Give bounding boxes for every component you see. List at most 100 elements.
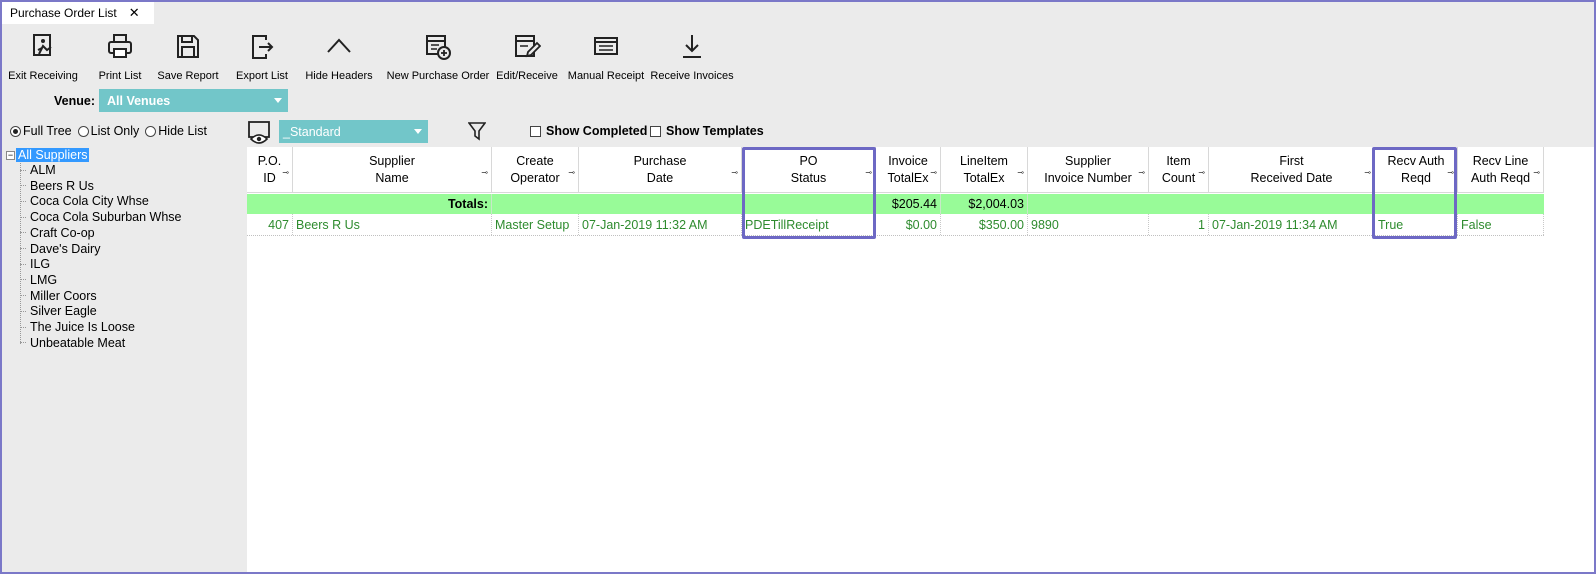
show-completed-checkbox[interactable]: Show Completed — [530, 124, 647, 138]
pin-icon[interactable]: ⊸ — [1138, 164, 1145, 181]
tree-connector — [20, 263, 26, 265]
pin-icon[interactable]: ⊸ — [731, 164, 738, 181]
column-header[interactable]: Supplier Invoice Number ⊸ — [1028, 147, 1149, 193]
new-document-icon — [426, 35, 451, 60]
tree-item[interactable]: Unbeatable Meat — [20, 336, 125, 350]
column-header[interactable]: PO Status ⊸ — [742, 147, 876, 193]
checkbox-icon — [530, 125, 541, 137]
receive-invoices-button[interactable]: Receive Invoices — [650, 28, 734, 84]
save-report-button[interactable]: Save Report — [156, 28, 220, 84]
layout-select[interactable]: _Standard — [279, 120, 428, 143]
tree-item[interactable]: Silver Eagle — [20, 304, 97, 318]
hide-headers-label: Hide Headers — [305, 70, 373, 82]
tree-item-label: Craft Co-op — [30, 225, 95, 240]
cell-invoice-number: 9890 — [1028, 214, 1149, 235]
column-header-line2: TotalEx — [887, 170, 929, 185]
tree-root[interactable]: − All Suppliers — [6, 148, 90, 162]
tree-item-label: Unbeatable Meat — [30, 335, 126, 350]
pin-icon[interactable]: ⊸ — [1198, 164, 1205, 181]
filter-icon[interactable] — [468, 121, 486, 141]
exit-receiving-button[interactable]: Exit Receiving — [8, 28, 78, 84]
pin-icon[interactable]: ⊸ — [865, 164, 872, 181]
radio-unselected-icon — [77, 125, 89, 137]
column-header[interactable]: Recv Auth Reqd ⊸ — [1375, 147, 1458, 193]
radio-list-only[interactable]: List Only — [77, 124, 139, 138]
radio-hide-list-label: Hide List — [158, 124, 207, 138]
pin-icon[interactable]: ⊸ — [282, 164, 289, 181]
totals-row: Totals: $205.44 $2,004.03 — [247, 194, 1544, 214]
tree-item[interactable]: Coca Cola Suburban Whse — [20, 210, 181, 224]
tree-item[interactable]: Miller Coors — [20, 289, 97, 303]
tree-item-label: ILG — [30, 257, 51, 272]
column-header[interactable]: Purchase Date ⊸ — [579, 147, 742, 193]
cell-operator: Master Setup — [492, 214, 579, 235]
column-header-line1: Item — [1166, 153, 1191, 168]
pin-icon[interactable]: ⊸ — [568, 164, 575, 181]
pin-icon[interactable]: ⊸ — [1533, 164, 1540, 181]
column-header-line1: Invoice — [888, 153, 928, 168]
chevron-down-icon — [274, 98, 282, 103]
column-header[interactable]: P.O. ID ⊸ — [247, 147, 293, 193]
column-header-line1: Supplier — [369, 153, 415, 168]
pin-icon[interactable]: ⊸ — [1364, 164, 1371, 181]
venue-select[interactable]: All Venues — [99, 89, 288, 112]
column-header-label: First Received Date — [1251, 153, 1333, 187]
cell-po-id: 407 — [247, 214, 293, 235]
print-list-button[interactable]: Print List — [94, 28, 146, 84]
column-header-label: Recv Auth Reqd — [1388, 153, 1445, 187]
column-header-line2: Auth Reqd — [1470, 170, 1531, 185]
column-header-line1: Purchase — [633, 153, 687, 168]
tab-title: Purchase Order List — [10, 6, 117, 20]
pin-icon[interactable]: ⊸ — [1447, 164, 1454, 181]
column-header-line2: Name — [375, 170, 409, 185]
pin-icon[interactable]: ⊸ — [481, 164, 488, 181]
tree-item[interactable]: ILG — [20, 257, 50, 271]
view-mode-group: Full Tree List Only Hide List — [10, 124, 209, 138]
tree-item[interactable]: Dave's Dairy — [20, 242, 100, 256]
column-header[interactable]: Recv Line Auth Reqd ⊸ — [1458, 147, 1544, 193]
tree-item-label: The Juice Is Loose — [30, 320, 135, 334]
pin-icon[interactable]: ⊸ — [930, 164, 937, 181]
export-list-button[interactable]: Export List — [234, 28, 290, 84]
tree-connector — [20, 326, 26, 328]
close-icon[interactable]: ✕ — [129, 5, 140, 21]
tree-item[interactable]: LMG — [20, 273, 57, 287]
tree-item[interactable]: The Juice Is Loose — [20, 320, 135, 334]
table-row[interactable]: 407 Beers R Us Master Setup 07-Jan-2019 … — [247, 214, 1544, 236]
collapse-icon[interactable]: − — [6, 150, 15, 160]
radio-hide-list[interactable]: Hide List — [145, 124, 207, 138]
new-purchase-order-label: New Purchase Order — [386, 70, 490, 82]
receive-invoices-label: Receive Invoices — [650, 70, 734, 82]
tree-item-label: ALM — [30, 163, 56, 177]
column-header-label: Recv Line Auth Reqd — [1471, 153, 1530, 187]
tree-item[interactable]: Beers R Us — [20, 179, 94, 193]
column-header-label: Item Count — [1162, 153, 1195, 187]
show-templates-checkbox[interactable]: Show Templates — [650, 124, 764, 138]
column-header[interactable]: Invoice TotalEx ⊸ — [876, 147, 941, 193]
column-header[interactable]: LineItem TotalEx ⊸ — [941, 147, 1028, 193]
tree-item[interactable]: ALM — [20, 163, 56, 177]
tree-item[interactable]: Craft Co-op — [20, 226, 95, 240]
pin-icon[interactable]: ⊸ — [1017, 164, 1024, 181]
layout-view-icon[interactable] — [248, 120, 272, 144]
new-purchase-order-button[interactable]: New Purchase Order — [386, 28, 490, 84]
radio-full-tree-label: Full Tree — [23, 124, 72, 138]
column-header[interactable]: Create Operator ⊸ — [492, 147, 579, 193]
column-header-line2: Count — [1161, 170, 1196, 185]
hide-headers-button[interactable]: Hide Headers — [305, 28, 373, 84]
purchase-order-grid: P.O. ID ⊸ Supplier Name ⊸ Create Operator ⊸ Purch… — [247, 147, 1594, 572]
edit-receive-button[interactable]: Edit/Receive — [496, 28, 558, 84]
document-tab[interactable]: Purchase Order List ✕ — [2, 2, 154, 24]
save-report-label: Save Report — [157, 70, 219, 82]
print-list-label: Print List — [98, 70, 142, 82]
radio-full-tree[interactable]: Full Tree — [10, 124, 72, 138]
printer-icon — [108, 34, 132, 58]
tree-connector — [20, 200, 26, 202]
tree-connector — [20, 248, 26, 249]
column-header[interactable]: Item Count ⊸ — [1149, 147, 1209, 193]
column-header[interactable]: Supplier Name ⊸ — [293, 147, 492, 193]
save-icon — [177, 35, 199, 58]
tree-item[interactable]: Coca Cola City Whse — [20, 194, 149, 208]
column-header[interactable]: First Received Date ⊸ — [1209, 147, 1375, 193]
manual-receipt-button[interactable]: Manual Receipt — [566, 28, 646, 84]
